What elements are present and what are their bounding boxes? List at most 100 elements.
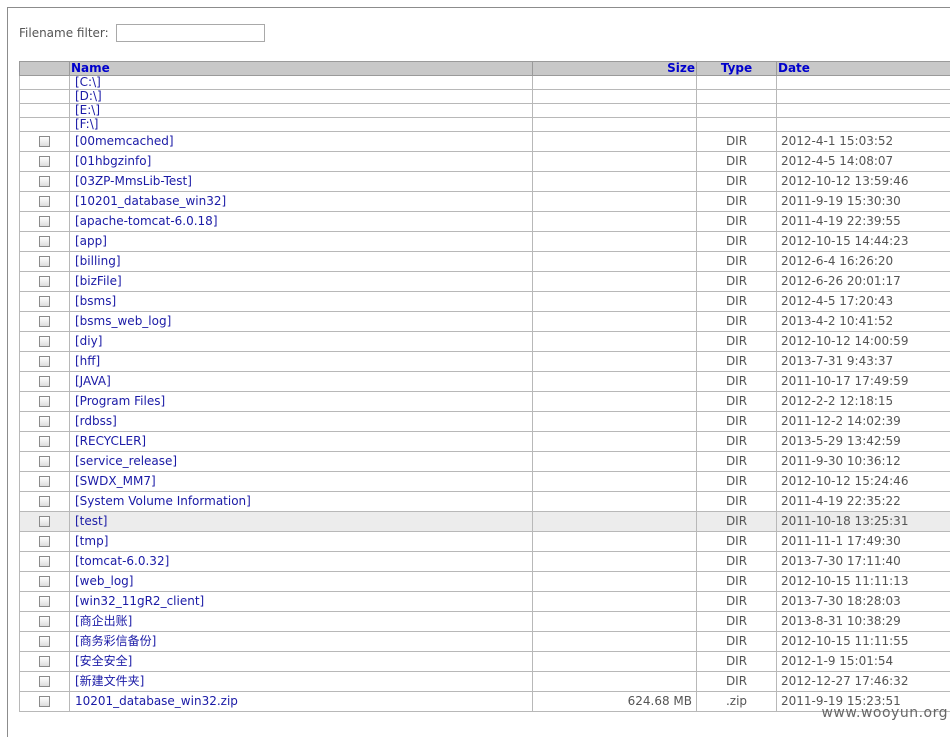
header-date[interactable]: Date xyxy=(777,62,950,76)
file-link[interactable]: [hff] xyxy=(74,354,100,368)
header-name[interactable]: Name xyxy=(70,62,533,76)
table-row[interactable]: [app]DIR2012-10-15 14:44:23 xyxy=(20,232,950,252)
file-link[interactable]: [service_release] xyxy=(74,454,177,468)
table-row[interactable]: [安全安全]DIR2012-1-9 15:01:54 xyxy=(20,652,950,672)
file-link[interactable]: 10201_database_win32.zip xyxy=(74,694,238,708)
file-link[interactable]: [app] xyxy=(74,234,107,248)
row-checkbox[interactable] xyxy=(39,596,50,607)
row-checkbox[interactable] xyxy=(39,416,50,427)
file-link[interactable]: [RECYCLER] xyxy=(74,434,146,448)
table-row[interactable]: [SWDX_MM7]DIR2012-10-12 15:24:46 xyxy=(20,472,950,492)
row-checkbox[interactable] xyxy=(39,376,50,387)
file-link[interactable]: [rdbss] xyxy=(74,414,117,428)
file-link[interactable]: [win32_11gR2_client] xyxy=(74,594,204,608)
row-checkbox[interactable] xyxy=(39,636,50,647)
file-link[interactable]: [01hbgzinfo] xyxy=(74,154,151,168)
file-link[interactable]: [diy] xyxy=(74,334,102,348)
file-link[interactable]: [10201_database_win32] xyxy=(74,194,226,208)
table-row[interactable]: [bsms_web_log]DIR2013-4-2 10:41:52 xyxy=(20,312,950,332)
row-checkbox[interactable] xyxy=(39,616,50,627)
table-row[interactable]: [bizFile]DIR2012-6-26 20:01:17 xyxy=(20,272,950,292)
row-checkbox[interactable] xyxy=(39,276,50,287)
file-link[interactable]: [商企出账] xyxy=(74,614,132,628)
table-row[interactable]: [RECYCLER]DIR2013-5-29 13:42:59 xyxy=(20,432,950,452)
header-size[interactable]: Size xyxy=(533,62,697,76)
row-checkbox[interactable] xyxy=(39,476,50,487)
row-checkbox[interactable] xyxy=(39,196,50,207)
file-link[interactable]: [00memcached] xyxy=(74,134,174,148)
table-row[interactable]: [商务彩信备份]DIR2012-10-15 11:11:55 xyxy=(20,632,950,652)
row-checkbox[interactable] xyxy=(39,436,50,447)
file-link[interactable]: [bizFile] xyxy=(74,274,122,288)
file-link[interactable]: [03ZP-MmsLib-Test] xyxy=(74,174,192,188)
file-link[interactable]: [商务彩信备份] xyxy=(74,634,156,648)
file-link[interactable]: [SWDX_MM7] xyxy=(74,474,156,488)
row-checkbox[interactable] xyxy=(39,356,50,367)
file-link[interactable]: [安全安全] xyxy=(74,654,132,668)
table-row[interactable]: [Program Files]DIR2012-2-2 12:18:15 xyxy=(20,392,950,412)
table-row[interactable]: [tomcat-6.0.32]DIR2013-7-30 17:11:40 xyxy=(20,552,950,572)
file-link[interactable]: [tmp] xyxy=(74,534,108,548)
table-row[interactable]: [10201_database_win32]DIR2011-9-19 15:30… xyxy=(20,192,950,212)
row-checkbox[interactable] xyxy=(39,236,50,247)
drive-link[interactable]: [E:\] xyxy=(74,104,100,118)
file-link[interactable]: [test] xyxy=(74,514,107,528)
row-date: 2012-12-27 17:46:32 xyxy=(777,672,950,692)
file-link[interactable]: [apache-tomcat-6.0.18] xyxy=(74,214,218,228)
file-link[interactable]: [tomcat-6.0.32] xyxy=(74,554,169,568)
table-row[interactable]: [billing]DIR2012-6-4 16:26:20 xyxy=(20,252,950,272)
table-row[interactable]: [tmp]DIR2011-11-1 17:49:30 xyxy=(20,532,950,552)
row-checkbox[interactable] xyxy=(39,516,50,527)
table-row[interactable]: [新建文件夹]DIR2012-12-27 17:46:32 xyxy=(20,672,950,692)
file-link[interactable]: [System Volume Information] xyxy=(74,494,251,508)
row-checkbox[interactable] xyxy=(39,496,50,507)
row-checkbox[interactable] xyxy=(39,136,50,147)
table-row[interactable]: [service_release]DIR2011-9-30 10:36:12 xyxy=(20,452,950,472)
drive-link[interactable]: [C:\] xyxy=(74,76,101,90)
table-row[interactable]: [win32_11gR2_client]DIR2013-7-30 18:28:0… xyxy=(20,592,950,612)
table-row[interactable]: [bsms]DIR2012-4-5 17:20:43 xyxy=(20,292,950,312)
row-checkbox[interactable] xyxy=(39,576,50,587)
row-checkbox[interactable] xyxy=(39,296,50,307)
drive-link[interactable]: [D:\] xyxy=(74,90,102,104)
row-checkbox[interactable] xyxy=(39,656,50,667)
table-row[interactable]: [01hbgzinfo]DIR2012-4-5 14:08:07 xyxy=(20,152,950,172)
header-type[interactable]: Type xyxy=(697,62,777,76)
row-checkbox[interactable] xyxy=(39,456,50,467)
table-row[interactable]: [03ZP-MmsLib-Test]DIR2012-10-12 13:59:46 xyxy=(20,172,950,192)
table-row[interactable]: [rdbss]DIR2011-12-2 14:02:39 xyxy=(20,412,950,432)
file-link[interactable]: [billing] xyxy=(74,254,121,268)
drive-date-cell xyxy=(777,118,950,132)
table-row[interactable]: [apache-tomcat-6.0.18]DIR2011-4-19 22:39… xyxy=(20,212,950,232)
row-checkbox[interactable] xyxy=(39,256,50,267)
row-checkbox[interactable] xyxy=(39,696,50,707)
table-row[interactable]: [hff]DIR2013-7-31 9:43:37 xyxy=(20,352,950,372)
table-row[interactable]: [web_log]DIR2012-10-15 11:11:13 xyxy=(20,572,950,592)
row-checkbox[interactable] xyxy=(39,536,50,547)
row-checkbox[interactable] xyxy=(39,396,50,407)
row-type: DIR xyxy=(697,312,777,332)
row-checkbox[interactable] xyxy=(39,216,50,227)
row-checkbox[interactable] xyxy=(39,316,50,327)
row-checkbox[interactable] xyxy=(39,176,50,187)
table-row[interactable]: [JAVA]DIR2011-10-17 17:49:59 xyxy=(20,372,950,392)
file-link[interactable]: [bsms] xyxy=(74,294,116,308)
file-link[interactable]: [JAVA] xyxy=(74,374,111,388)
file-link[interactable]: [bsms_web_log] xyxy=(74,314,171,328)
file-link[interactable]: [Program Files] xyxy=(74,394,165,408)
file-link[interactable]: [web_log] xyxy=(74,574,133,588)
drive-link[interactable]: [F:\] xyxy=(74,118,98,132)
table-row[interactable]: [商企出账]DIR2013-8-31 10:38:29 xyxy=(20,612,950,632)
file-link[interactable]: [新建文件夹] xyxy=(74,674,144,688)
row-size xyxy=(533,552,697,572)
table-row[interactable]: [00memcached]DIR2012-4-1 15:03:52 xyxy=(20,132,950,152)
table-row[interactable]: 10201_database_win32.zip624.68 MB.zip201… xyxy=(20,692,950,712)
row-checkbox[interactable] xyxy=(39,336,50,347)
row-checkbox[interactable] xyxy=(39,156,50,167)
table-row[interactable]: [diy]DIR2012-10-12 14:00:59 xyxy=(20,332,950,352)
row-checkbox[interactable] xyxy=(39,556,50,567)
table-row[interactable]: [System Volume Information]DIR2011-4-19 … xyxy=(20,492,950,512)
filename-filter-input[interactable] xyxy=(116,24,265,42)
table-row[interactable]: [test]DIR2011-10-18 13:25:31 xyxy=(20,512,950,532)
row-checkbox[interactable] xyxy=(39,676,50,687)
